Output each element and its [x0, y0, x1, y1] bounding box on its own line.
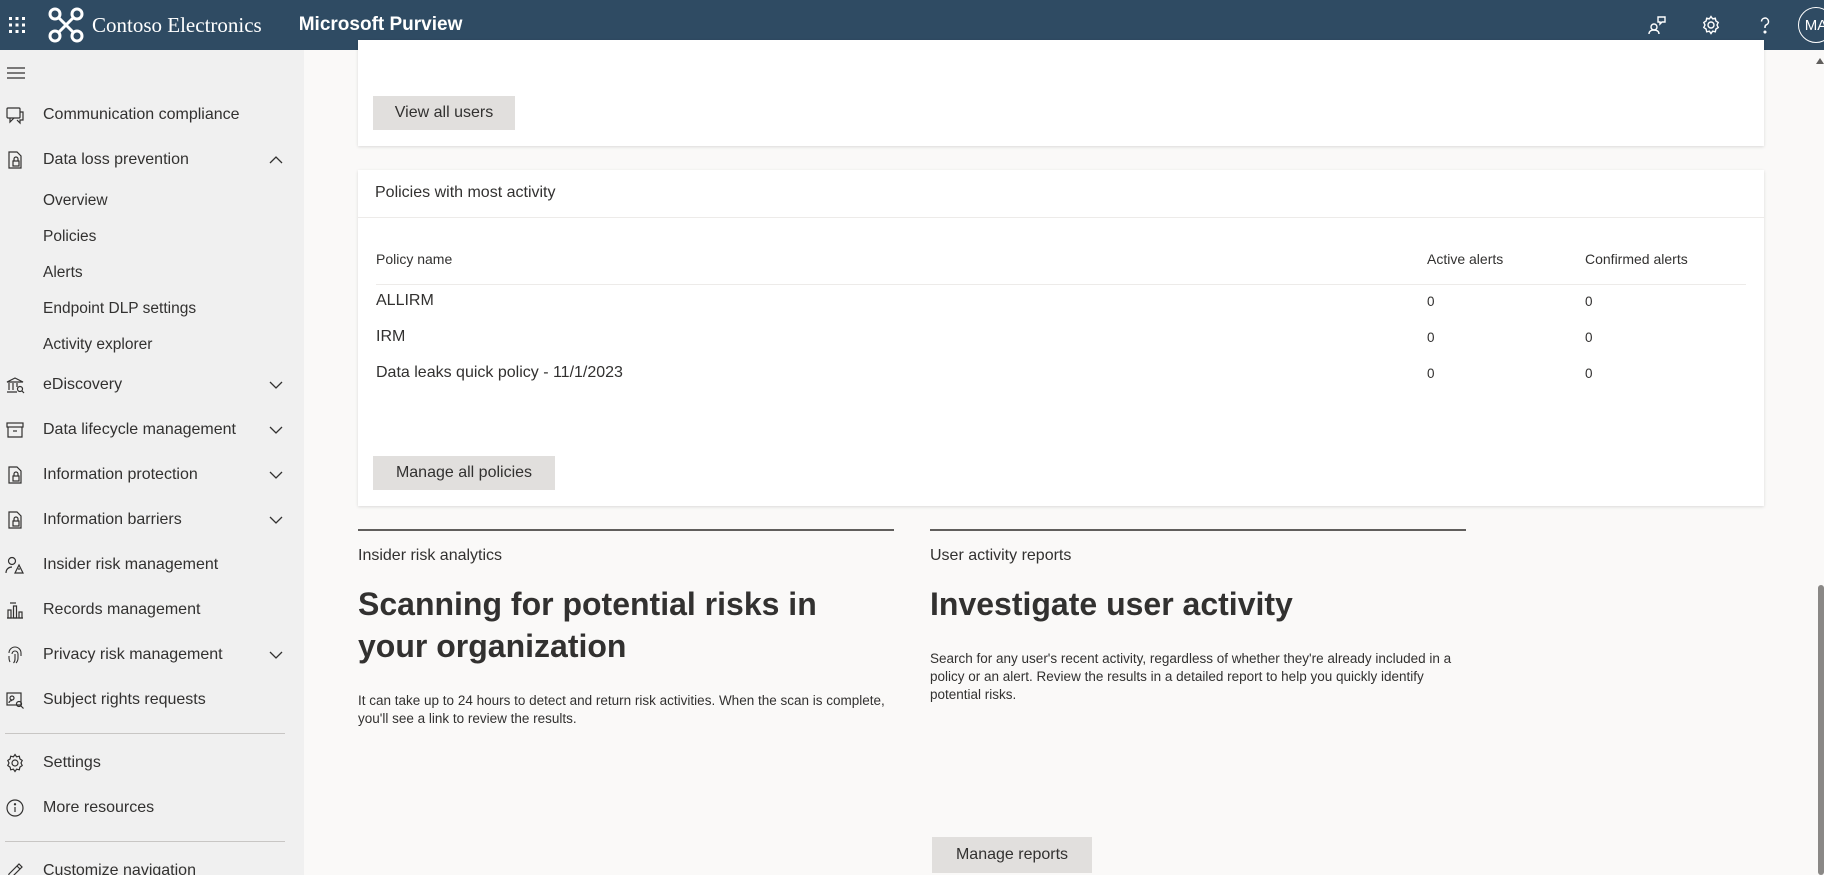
scroll-up-arrow-icon[interactable] — [1816, 58, 1824, 64]
chat-compliance-icon — [5, 105, 25, 125]
policy-name-cell[interactable]: ALLIRM — [376, 292, 434, 310]
user-activity-eyebrow: User activity reports — [930, 547, 1072, 564]
contoso-logo-icon — [48, 7, 84, 43]
sidebar-item-label: Settings — [43, 754, 101, 771]
gear-icon — [5, 753, 25, 773]
archive-icon — [5, 420, 25, 440]
chevron-up-icon — [268, 152, 284, 168]
users-card: View all users — [358, 40, 1764, 146]
sidebar-item-information-protection[interactable]: Information protection — [0, 457, 290, 493]
sidebar-item-label: Data lifecycle management — [43, 421, 236, 438]
sidebar-subitem-overview[interactable]: Overview — [43, 192, 108, 210]
manage-all-policies-button[interactable]: Manage all policies — [373, 456, 555, 490]
insider-risk-eyebrow: Insider risk analytics — [358, 547, 503, 564]
sidebar-item-information-barriers[interactable]: Information barriers — [0, 502, 290, 538]
sidebar-item-data-lifecycle-management[interactable]: Data lifecycle management — [0, 412, 290, 448]
confirmed-alerts-cell: 0 — [1585, 294, 1593, 309]
bank-icon — [5, 375, 25, 395]
column-header-policy-name[interactable]: Policy name — [376, 251, 452, 267]
sidebar-item-communication-compliance[interactable]: Communication compliance — [0, 97, 290, 133]
person-warning-icon — [5, 555, 25, 575]
section-top-rule — [930, 529, 1466, 531]
policies-card-title: Policies with most activity — [375, 184, 556, 201]
section-top-rule — [358, 529, 894, 531]
sidebar-item-customize-navigation[interactable]: Customize navigation — [0, 853, 290, 875]
chevron-down-icon — [268, 512, 284, 528]
chart-doc-icon — [5, 600, 25, 620]
hamburger-menu-icon[interactable] — [6, 66, 26, 80]
app-name[interactable]: Microsoft Purview — [299, 14, 463, 36]
sidebar-item-label: Customize navigation — [43, 862, 196, 875]
sidebar-item-label: Information protection — [43, 466, 198, 483]
sidebar-item-label: Information barriers — [43, 511, 182, 528]
policy-name-cell[interactable]: IRM — [376, 328, 405, 346]
sidebar-item-ediscovery[interactable]: eDiscovery — [0, 367, 290, 403]
sidebar-item-privacy-risk-management[interactable]: Privacy risk management — [0, 637, 290, 673]
manage-reports-button[interactable]: Manage reports — [932, 837, 1092, 873]
sidebar-item-insider-risk-management[interactable]: Insider risk management — [0, 547, 290, 583]
active-alerts-cell: 0 — [1427, 330, 1435, 345]
sidebar: Communication compliance Data loss preve… — [0, 50, 304, 875]
avatar[interactable]: MA — [1798, 7, 1824, 43]
user-activity-description: Search for any user's recent activity, r… — [930, 651, 1452, 702]
sidebar-item-label: Subject rights requests — [43, 691, 206, 708]
scrollbar-thumb[interactable] — [1818, 585, 1824, 875]
sidebar-divider — [5, 733, 285, 734]
sidebar-item-label: eDiscovery — [43, 376, 123, 393]
confirmed-alerts-cell: 0 — [1585, 366, 1593, 381]
chevron-down-icon — [268, 422, 284, 438]
fingerprint-icon — [5, 645, 25, 665]
sidebar-item-subject-rights-requests[interactable]: Subject rights requests — [0, 682, 290, 718]
sidebar-item-label: Communication compliance — [43, 106, 240, 123]
dlp-icon — [5, 150, 25, 170]
insider-risk-analytics-section: Insider risk analytics Scanning for pote… — [358, 529, 894, 789]
policy-name-cell[interactable]: Data leaks quick policy - 11/1/2023 — [376, 364, 623, 382]
sidebar-item-data-loss-prevention[interactable]: Data loss prevention — [0, 142, 290, 178]
sidebar-item-label: Data loss prevention — [43, 151, 189, 168]
lock-doc-icon — [5, 510, 25, 530]
confirmed-alerts-cell: 0 — [1585, 330, 1593, 345]
chevron-down-icon — [268, 467, 284, 483]
chevron-down-icon — [268, 377, 284, 393]
sidebar-subitem-activity-explorer[interactable]: Activity explorer — [43, 336, 152, 354]
brand-name: Contoso Electronics — [92, 12, 262, 37]
info-icon — [5, 798, 25, 818]
sidebar-subitem-alerts[interactable]: Alerts — [43, 264, 83, 282]
sidebar-item-records-management[interactable]: Records management — [0, 592, 290, 628]
column-header-confirmed-alerts[interactable]: Confirmed alerts — [1585, 251, 1688, 267]
sidebar-item-label: Records management — [43, 601, 201, 618]
sidebar-subitem-policies[interactable]: Policies — [43, 228, 96, 246]
active-alerts-cell: 0 — [1427, 294, 1435, 309]
sidebar-item-settings[interactable]: Settings — [0, 745, 290, 781]
pencil-icon — [5, 861, 25, 875]
column-header-active-alerts[interactable]: Active alerts — [1427, 251, 1503, 267]
vertical-scrollbar[interactable] — [1816, 50, 1824, 875]
app-launcher-waffle-icon[interactable] — [2, 10, 32, 40]
view-all-users-button[interactable]: View all users — [373, 96, 515, 130]
person-search-icon — [5, 690, 25, 710]
sidebar-item-label: Insider risk management — [43, 556, 219, 573]
lock-doc-icon — [5, 465, 25, 485]
insider-risk-headline: Scanning for potential risks in your org… — [358, 586, 817, 664]
user-activity-reports-section: User activity reports Investigate user a… — [930, 529, 1466, 873]
sidebar-divider — [5, 841, 285, 842]
user-activity-headline: Investigate user activity — [930, 586, 1293, 622]
main-content: View all users Policies with most activi… — [304, 40, 1824, 875]
chevron-down-icon — [268, 647, 284, 663]
sidebar-item-more-resources[interactable]: More resources — [0, 790, 290, 826]
sidebar-subitem-endpoint-dlp-settings[interactable]: Endpoint DLP settings — [43, 300, 196, 318]
policies-card: Policies with most activity Policy name … — [358, 170, 1764, 506]
sidebar-item-label: More resources — [43, 799, 155, 816]
brand[interactable]: Contoso Electronics — [48, 7, 262, 43]
insider-risk-description: It can take up to 24 hours to detect and… — [358, 693, 885, 726]
sidebar-item-label: Privacy risk management — [43, 646, 223, 663]
active-alerts-cell: 0 — [1427, 366, 1435, 381]
card-header-divider — [358, 217, 1764, 218]
table-header-divider — [376, 284, 1746, 285]
